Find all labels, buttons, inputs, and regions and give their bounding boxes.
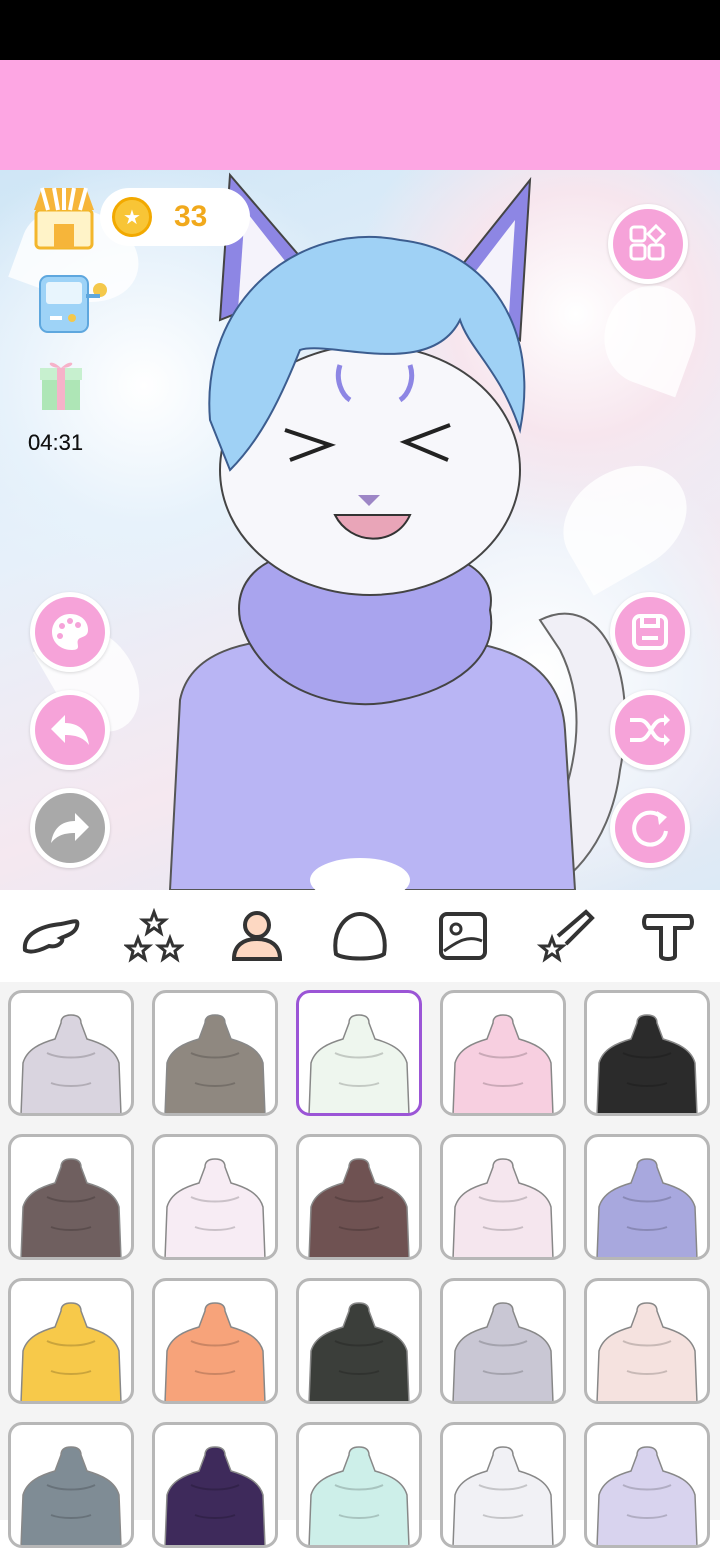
body-color-swatch[interactable] <box>440 1422 566 1548</box>
palette-icon <box>52 614 88 650</box>
body-color-swatch[interactable] <box>296 1278 422 1404</box>
coin-count: 33 <box>174 200 208 233</box>
shop-icon[interactable] <box>32 184 96 250</box>
torso-preview <box>20 1014 122 1113</box>
torso-preview <box>20 1302 122 1401</box>
body-color-swatch[interactable] <box>152 1422 278 1548</box>
tab-accessories[interactable] <box>530 900 602 972</box>
body-color-swatch[interactable] <box>8 1422 134 1548</box>
grid-icon <box>629 224 667 261</box>
body-color-swatch[interactable] <box>296 1422 422 1548</box>
redo-icon <box>51 813 89 843</box>
reward-timer: 04:31 <box>28 430 84 455</box>
gift-icon[interactable] <box>38 356 84 412</box>
torso-preview <box>452 1302 554 1401</box>
body-color-swatch[interactable] <box>440 990 566 1116</box>
torso-preview <box>596 1302 698 1401</box>
tab-wings[interactable] <box>15 900 87 972</box>
shooting-star-icon <box>536 909 595 963</box>
body-color-swatch[interactable] <box>8 990 134 1116</box>
torso-preview <box>308 1014 410 1113</box>
body-color-swatch[interactable] <box>152 1134 278 1260</box>
reset-button[interactable] <box>610 788 690 868</box>
torso-preview <box>596 1446 698 1545</box>
refresh-icon <box>632 810 668 847</box>
body-color-swatch[interactable] <box>584 1422 710 1548</box>
tab-head[interactable] <box>324 900 396 972</box>
torso-preview <box>596 1158 698 1257</box>
torso-preview <box>164 1302 266 1401</box>
body-color-swatch[interactable] <box>584 1134 710 1260</box>
body-color-swatch[interactable] <box>440 1134 566 1260</box>
category-tab-bar <box>0 890 720 982</box>
save-button[interactable] <box>610 592 690 672</box>
background-icon <box>438 912 487 960</box>
torso-preview <box>308 1446 410 1545</box>
body-color-swatch[interactable] <box>584 1278 710 1404</box>
coin-icon: ★ <box>112 197 152 237</box>
torso-preview <box>308 1158 410 1257</box>
torso-preview <box>164 1014 266 1113</box>
shuffle-icon <box>630 714 670 746</box>
body-color-swatch[interactable] <box>8 1278 134 1404</box>
gamepad-machine-icon[interactable] <box>38 272 110 334</box>
torso-preview <box>596 1014 698 1113</box>
body-color-swatch[interactable] <box>440 1278 566 1404</box>
head-icon <box>333 911 387 961</box>
body-icon <box>232 911 283 961</box>
tab-effects[interactable] <box>118 900 190 972</box>
text-icon <box>642 914 695 961</box>
body-color-swatch[interactable] <box>152 990 278 1116</box>
body-color-swatch[interactable] <box>584 990 710 1116</box>
undo-icon <box>51 715 89 745</box>
redo-button[interactable] <box>30 788 110 868</box>
undo-button[interactable] <box>30 690 110 770</box>
body-color-swatch[interactable] <box>8 1134 134 1260</box>
torso-preview <box>308 1302 410 1401</box>
body-color-swatch[interactable] <box>152 1278 278 1404</box>
wing-icon <box>23 919 80 954</box>
torso-preview <box>20 1158 122 1257</box>
torso-preview <box>164 1158 266 1257</box>
status-bar <box>0 0 720 60</box>
torso-preview <box>452 1014 554 1113</box>
tab-body[interactable] <box>221 900 293 972</box>
tab-text[interactable] <box>632 900 704 972</box>
body-color-grid <box>0 982 720 1548</box>
torso-preview <box>452 1446 554 1545</box>
stars-icon <box>124 908 185 963</box>
save-icon <box>632 614 668 650</box>
body-color-swatch[interactable] <box>296 990 422 1116</box>
torso-preview <box>164 1446 266 1545</box>
torso-preview <box>452 1158 554 1257</box>
body-color-swatch[interactable] <box>296 1134 422 1260</box>
top-banner <box>0 60 720 170</box>
randomize-button[interactable] <box>610 690 690 770</box>
palette-button[interactable] <box>30 592 110 672</box>
tab-background[interactable] <box>427 900 499 972</box>
coin-counter: ★ 33 <box>100 188 250 246</box>
category-menu-button[interactable] <box>608 204 688 284</box>
torso-preview <box>20 1446 122 1545</box>
